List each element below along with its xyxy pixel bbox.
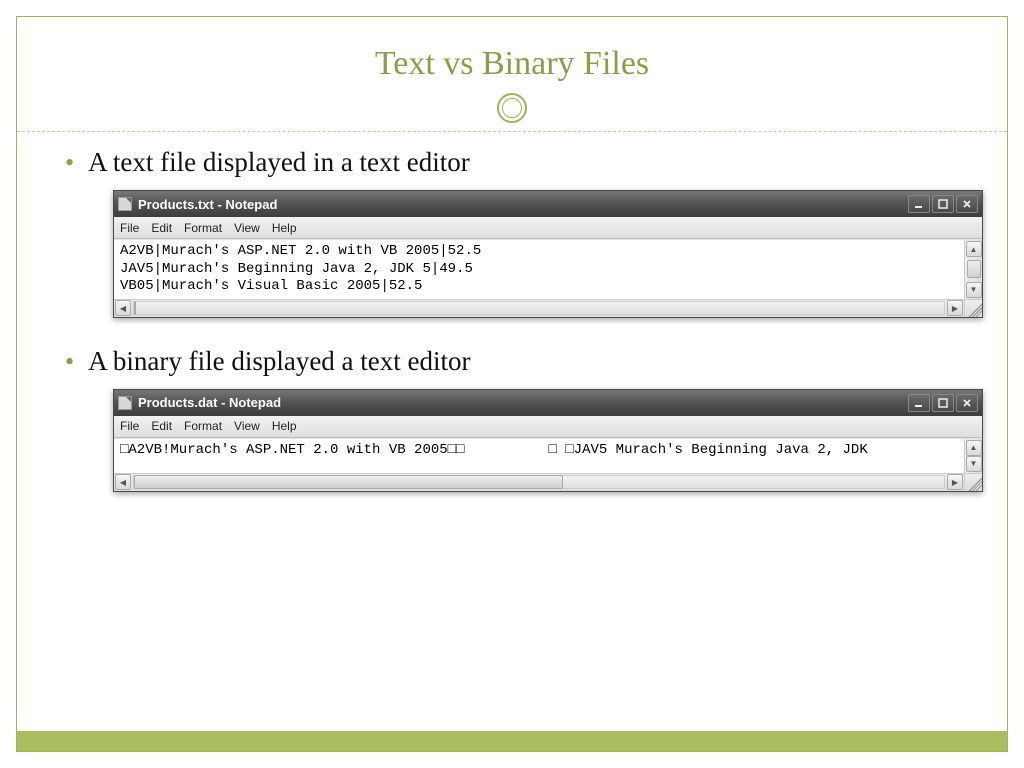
window-title: Products.dat - Notepad [138, 395, 908, 410]
scroll-right-icon[interactable]: ▶ [947, 300, 963, 316]
text-area-container: □A2VB!Murach's ASP.NET 2.0 with VB 2005□… [114, 438, 982, 473]
scroll-up-icon[interactable]: ▲ [966, 241, 982, 257]
maximize-button[interactable] [932, 394, 954, 412]
circle-ornament-icon [497, 93, 527, 123]
close-button[interactable] [956, 394, 978, 412]
menu-file[interactable]: File [120, 221, 139, 235]
menu-format[interactable]: Format [184, 419, 222, 433]
menubar: File Edit Format View Help [114, 416, 982, 438]
scroll-left-icon[interactable]: ◀ [115, 300, 131, 316]
menu-format[interactable]: Format [184, 221, 222, 235]
text-area-container: A2VB|Murach's ASP.NET 2.0 with VB 2005|5… [114, 239, 982, 299]
slide-frame: Text vs Binary Files • A text file displ… [16, 16, 1008, 752]
menu-file[interactable]: File [120, 419, 139, 433]
menu-edit[interactable]: Edit [151, 221, 172, 235]
text-area[interactable]: □A2VB!Murach's ASP.NET 2.0 with VB 2005□… [114, 439, 964, 473]
vertical-scrollbar[interactable]: ▲ ▼ [964, 439, 982, 473]
window-buttons [908, 195, 978, 213]
scroll-right-icon[interactable]: ▶ [947, 474, 963, 490]
titlebar[interactable]: Products.dat - Notepad [114, 390, 982, 416]
window-buttons [908, 394, 978, 412]
scroll-up-icon[interactable]: ▲ [966, 440, 982, 456]
slide-bottom-accent [17, 731, 1007, 751]
notepad-file-icon [118, 197, 132, 211]
bullet-icon: • [65, 150, 74, 176]
horizontal-scrollbar-row: ◀ ▶ [114, 299, 982, 317]
bullet-item: • A binary file displayed a text editor [65, 346, 967, 377]
menu-help[interactable]: Help [272, 221, 297, 235]
text-area[interactable]: A2VB|Murach's ASP.NET 2.0 with VB 2005|5… [114, 240, 964, 299]
menu-edit[interactable]: Edit [151, 419, 172, 433]
scroll-track[interactable] [133, 301, 945, 315]
scroll-thumb-horizontal[interactable] [134, 475, 563, 489]
scroll-thumb[interactable] [967, 260, 981, 278]
minimize-button[interactable] [908, 195, 930, 213]
menu-help[interactable]: Help [272, 419, 297, 433]
bullet-text: A binary file displayed a text editor [88, 346, 470, 377]
close-button[interactable] [956, 195, 978, 213]
slide-title: Text vs Binary Files [17, 17, 1007, 93]
menu-view[interactable]: View [234, 221, 260, 235]
divider-line [17, 131, 1007, 132]
scroll-left-icon[interactable]: ◀ [115, 474, 131, 490]
resize-grip-icon[interactable] [964, 474, 982, 491]
horizontal-scrollbar-row: ◀ ▶ [114, 473, 982, 491]
horizontal-scrollbar[interactable]: ◀ ▶ [114, 300, 964, 317]
scroll-down-icon[interactable]: ▼ [966, 282, 982, 298]
notepad-file-icon [118, 396, 132, 410]
bullet-icon: • [65, 349, 74, 375]
menubar: File Edit Format View Help [114, 217, 982, 239]
vertical-scrollbar[interactable]: ▲ ▼ [964, 240, 982, 299]
bullet-item: • A text file displayed in a text editor [65, 147, 967, 178]
minimize-button[interactable] [908, 394, 930, 412]
notepad-window-binary-file: Products.dat - Notepad File Edit Format … [113, 389, 983, 492]
scroll-thumb-horizontal[interactable] [134, 301, 136, 315]
bullet-text: A text file displayed in a text editor [88, 147, 470, 178]
maximize-button[interactable] [932, 195, 954, 213]
notepad-window-text-file: Products.txt - Notepad File Edit Format … [113, 190, 983, 318]
window-title: Products.txt - Notepad [138, 197, 908, 212]
resize-grip-icon[interactable] [964, 300, 982, 317]
scroll-track[interactable] [133, 475, 945, 489]
horizontal-scrollbar[interactable]: ◀ ▶ [114, 474, 964, 491]
scroll-down-icon[interactable]: ▼ [966, 456, 982, 472]
titlebar[interactable]: Products.txt - Notepad [114, 191, 982, 217]
slide-content: • A text file displayed in a text editor… [17, 123, 1007, 492]
menu-view[interactable]: View [234, 419, 260, 433]
